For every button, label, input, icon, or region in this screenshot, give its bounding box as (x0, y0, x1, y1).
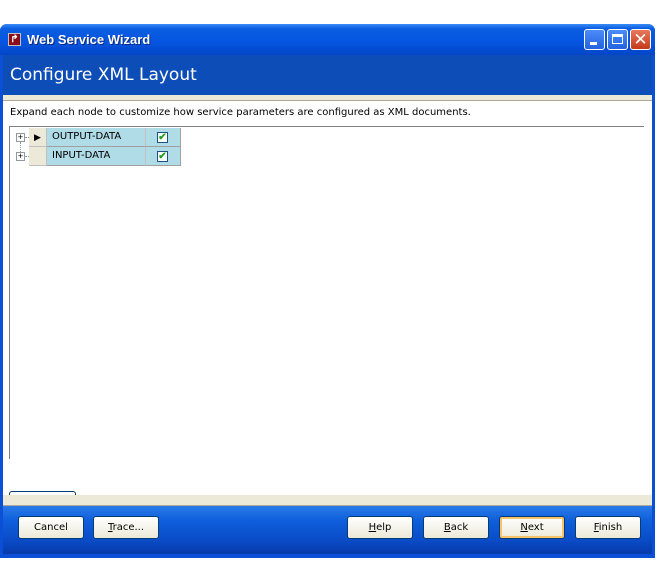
button-label: race... (112, 522, 145, 533)
window-title: Web Service Wizard (27, 32, 151, 47)
row-header[interactable] (29, 147, 47, 166)
close-button[interactable]: ✕ (630, 29, 651, 50)
mnemonic: H (368, 522, 377, 533)
close-icon: ✕ (633, 30, 648, 49)
wizard-window: ↱ Web Service Wizard ✕ Configure XML Lay… (0, 24, 655, 558)
wizard-header: Configure XML Layout (3, 55, 652, 95)
node-name-cell[interactable]: OUTPUT-DATA (47, 128, 146, 147)
back-button[interactable]: Back (423, 516, 489, 539)
row-pointer-icon[interactable]: ▶ (29, 128, 47, 147)
finish-button[interactable]: Finish (575, 516, 641, 539)
include-checkbox[interactable]: ✔ (157, 151, 168, 162)
help-button[interactable]: Help (347, 516, 413, 539)
xml-layout-tree[interactable]: + ▶ OUTPUT-DATA ✔ + INPUT-DATA ✔ (9, 126, 644, 459)
content-panel: Expand each node to customize how servic… (3, 95, 652, 514)
trace-button[interactable]: Trace... (93, 516, 159, 539)
next-button[interactable]: Next (499, 516, 565, 539)
button-label: elp (376, 522, 392, 533)
node-name-cell[interactable]: INPUT-DATA (47, 147, 146, 166)
maximize-button[interactable] (607, 29, 628, 50)
checkmark-icon: ✔ (158, 132, 167, 143)
checkmark-icon: ✔ (158, 151, 167, 162)
instruction-text: Expand each node to customize how servic… (10, 107, 471, 118)
button-label: ack (450, 522, 469, 533)
divider (3, 95, 652, 101)
maximize-icon (612, 34, 623, 44)
minimize-button[interactable] (584, 29, 605, 50)
button-label: inish (598, 522, 623, 533)
mnemonic: B (443, 522, 451, 533)
wizard-footer: Cancel Trace... Help Back Next Finish (3, 506, 652, 554)
expand-icon[interactable]: + (16, 152, 25, 161)
button-label: ext (527, 522, 544, 533)
node-check-cell[interactable]: ✔ (146, 128, 181, 147)
cancel-button[interactable]: Cancel (18, 516, 84, 539)
node-check-cell[interactable]: ✔ (146, 147, 181, 166)
button-label: Cancel (34, 522, 68, 533)
mnemonic: N (520, 522, 528, 533)
page-title: Configure XML Layout (10, 65, 197, 85)
title-bar[interactable]: ↱ Web Service Wizard ✕ (0, 24, 655, 55)
minimize-icon (590, 42, 597, 45)
include-checkbox[interactable]: ✔ (157, 132, 168, 143)
footer-divider (3, 495, 652, 506)
expand-icon[interactable]: + (16, 133, 25, 142)
app-icon: ↱ (8, 33, 21, 46)
